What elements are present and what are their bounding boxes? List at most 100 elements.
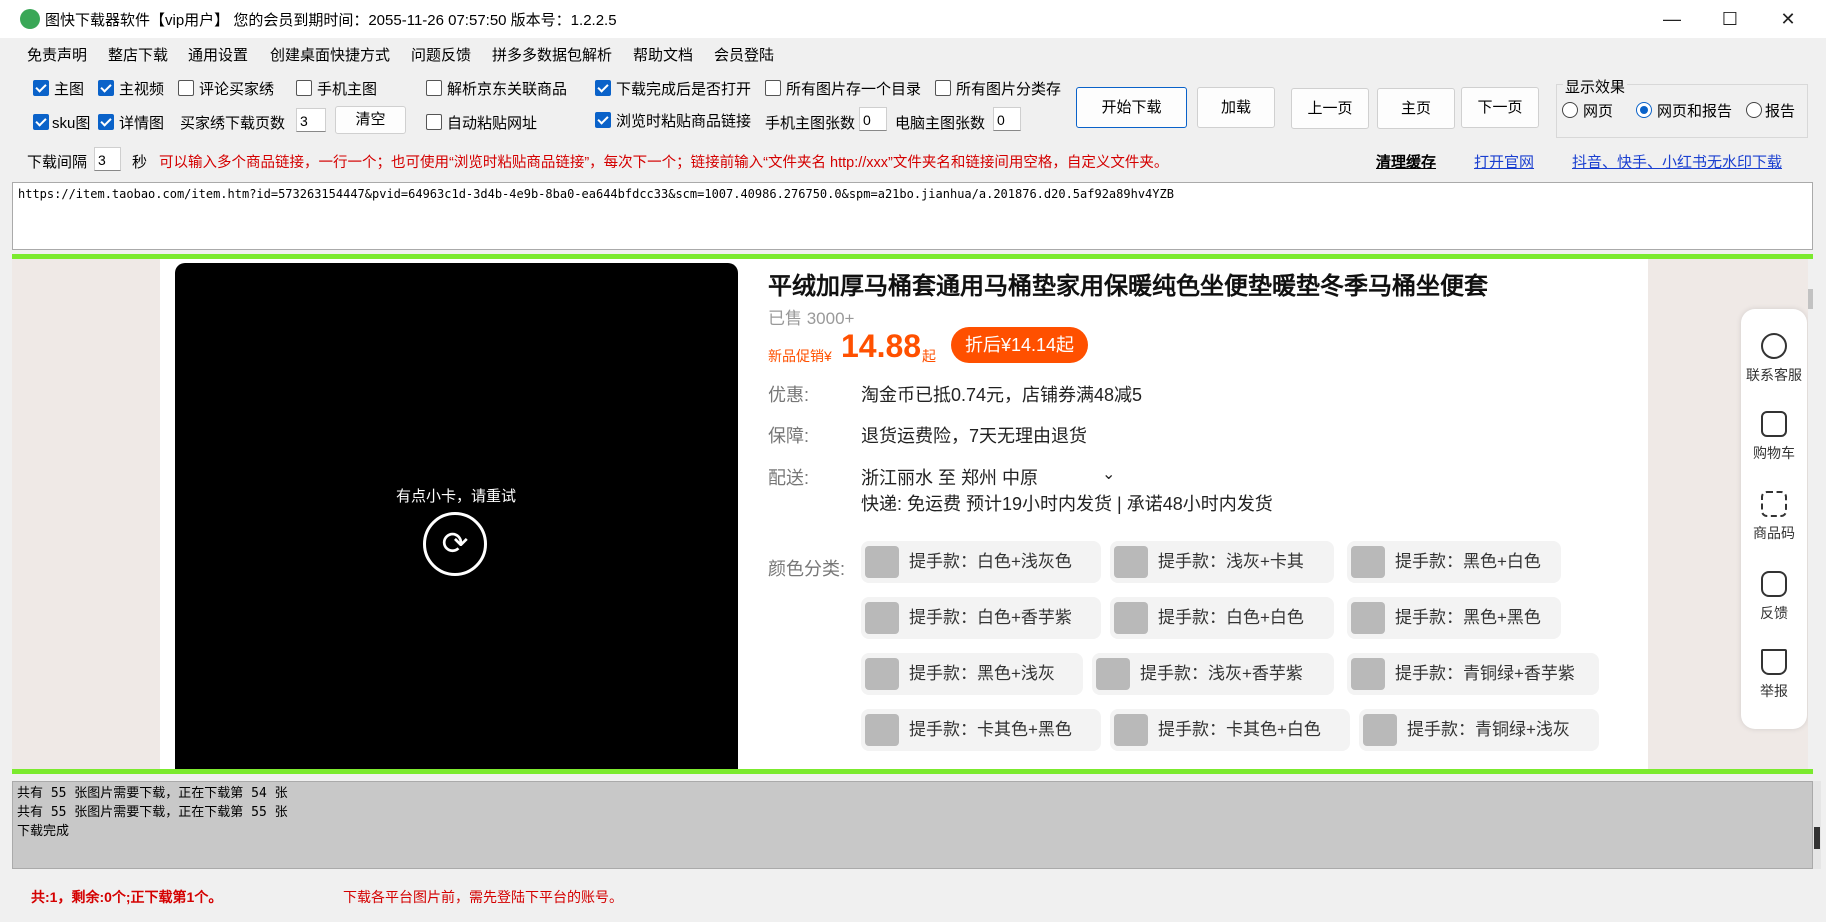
all-one-dir-label: 所有图片存一个目录	[786, 81, 922, 98]
clear-cache-link[interactable]: 清理缓存	[1376, 151, 1436, 172]
main-video-checkbox[interactable]	[98, 80, 114, 96]
product-title: 平绒加厚马桶套通用马桶垫家用保暖纯色坐便垫暖垫冬季马桶坐便套	[768, 273, 1488, 300]
color-option[interactable]: 提手款：黑色+黑色	[1347, 597, 1561, 639]
color-option[interactable]: 提手款：青铜绿+浅灰	[1359, 709, 1599, 751]
status-bar	[0, 876, 1826, 916]
cart-item[interactable]: 购物车	[1741, 411, 1807, 463]
color-thumbnail	[1351, 602, 1385, 634]
next-page-button[interactable]: 下一页	[1461, 87, 1539, 128]
mobile-main-count-input[interactable]: 0	[859, 107, 887, 131]
buyer-show-pages-input[interactable]: 3	[296, 108, 326, 132]
mobile-main-image-label: 手机主图	[317, 81, 378, 98]
menu-feedback[interactable]: 问题反馈	[411, 44, 471, 65]
color-thumbnail	[865, 714, 899, 746]
color-thumbnail	[1096, 658, 1130, 690]
open-after-download-checkbox[interactable]	[595, 80, 611, 96]
interval-unit: 秒	[132, 154, 148, 171]
color-option[interactable]: 提手款：黑色+浅灰	[861, 653, 1083, 695]
qrcode-icon	[1761, 491, 1787, 517]
color-thumbnail	[1351, 546, 1385, 578]
mobile-main-count-label: 手机主图张数	[765, 115, 856, 132]
status-right: 下载各平台图片前，需先登陆下平台的账号。	[343, 889, 623, 905]
menu-general-settings[interactable]: 通用设置	[188, 44, 248, 65]
color-thumbnail	[1114, 602, 1148, 634]
maximize-button[interactable]: ☐	[1708, 4, 1752, 34]
product-video[interactable]: 有点小卡，请重试 ⟳	[175, 263, 738, 769]
color-thumbnail	[1363, 714, 1397, 746]
color-option[interactable]: 提手款：卡其色+黑色	[861, 709, 1101, 751]
sku-image-label: sku图	[52, 115, 91, 132]
minimize-button[interactable]: —	[1650, 4, 1694, 34]
radio-webpage-label: 网页	[1583, 103, 1614, 120]
detail-image-checkbox[interactable]	[98, 114, 114, 130]
parse-jd-checkbox[interactable]	[426, 80, 442, 96]
price-label: 新品促销¥	[768, 348, 832, 364]
product-code-item[interactable]: 商品码	[1741, 491, 1807, 543]
clear-button[interactable]: 清空	[335, 106, 406, 134]
interval-label: 下载间隔	[27, 154, 88, 171]
all-one-dir-checkbox[interactable]	[765, 80, 781, 96]
feedback-item[interactable]: 反馈	[1741, 571, 1807, 623]
side-panel: 联系客服 购物车 商品码 反馈 举报	[1741, 309, 1807, 729]
display-effect-title: 显示效果	[1563, 76, 1628, 97]
radio-webpage[interactable]	[1562, 102, 1578, 118]
color-option[interactable]: 提手款：白色+白色	[1110, 597, 1334, 639]
color-thumbnail	[865, 602, 899, 634]
web-scrollbar-thumb[interactable]	[1808, 289, 1813, 309]
chevron-down-icon[interactable]: ⌄	[1102, 464, 1115, 484]
paste-on-browse-checkbox[interactable]	[595, 112, 611, 128]
radio-report-label: 报告	[1765, 103, 1796, 120]
auto-paste-checkbox[interactable]	[426, 114, 442, 130]
cart-icon	[1761, 411, 1787, 437]
prev-page-button[interactable]: 上一页	[1291, 88, 1369, 129]
app-logo-icon	[20, 9, 40, 29]
menu-help-docs[interactable]: 帮助文档	[633, 44, 693, 65]
benefit-value: 淘金币已抵0.74元，店铺券满48减5	[861, 385, 1143, 405]
color-option[interactable]: 提手款：青铜绿+香芋紫	[1347, 653, 1599, 695]
web-scrollbar[interactable]	[1808, 259, 1813, 769]
review-buyer-show-checkbox[interactable]	[178, 80, 194, 96]
menu-shop-download[interactable]: 整店下载	[108, 44, 168, 65]
warning-icon	[1761, 649, 1787, 675]
log-line: 共有 55 张图片需要下载，正在下载第 54 张	[17, 786, 288, 801]
close-button[interactable]: ✕	[1766, 4, 1810, 34]
pc-main-count-input[interactable]: 0	[993, 107, 1021, 131]
load-button[interactable]: 加载	[1197, 87, 1275, 128]
menu-member-login[interactable]: 会员登陆	[714, 44, 774, 65]
delivery-value[interactable]: 浙江丽水 至 郑州 中原	[861, 464, 1038, 490]
price-value: 14.88	[841, 328, 922, 364]
sku-image-checkbox[interactable]	[33, 114, 49, 130]
color-thumbnail	[1114, 714, 1148, 746]
log-scrollbar-thumb[interactable]	[1814, 827, 1820, 849]
color-option[interactable]: 提手款：浅灰+香芋紫	[1092, 653, 1334, 695]
all-categorized-checkbox[interactable]	[935, 80, 951, 96]
menu-pdd-parse[interactable]: 拼多多数据包解析	[492, 44, 612, 65]
menu-disclaimer[interactable]: 免责声明	[27, 44, 87, 65]
guarantee-value: 退货运费险，7天无理由退货	[861, 426, 1088, 446]
watermark-download-link[interactable]: 抖音、快手、小红书无水印下载	[1572, 151, 1782, 172]
radio-webpage-and-report[interactable]	[1636, 102, 1652, 118]
color-option[interactable]: 提手款：卡其色+白色	[1110, 709, 1350, 751]
window-title: 图快下载器软件【vip用户】 您的会员到期时间：2055-11-26 07:57…	[45, 12, 617, 29]
color-option[interactable]: 提手款：白色+浅灰色	[861, 541, 1101, 583]
interval-input[interactable]: 3	[94, 147, 121, 171]
color-option[interactable]: 提手款：白色+香芋紫	[861, 597, 1101, 639]
url-input[interactable]: https://item.taobao.com/item.htm?id=5732…	[12, 182, 1813, 250]
report-item[interactable]: 举报	[1741, 649, 1807, 701]
log-scrollbar[interactable]	[1813, 781, 1821, 869]
color-thumbnail	[1114, 546, 1148, 578]
menu-create-shortcut[interactable]: 创建桌面快捷方式	[270, 44, 390, 65]
color-option[interactable]: 提手款：浅灰+卡其	[1110, 541, 1334, 583]
color-thumbnail	[1351, 658, 1385, 690]
paste-on-browse-label: 浏览时粘贴商品链接	[616, 113, 752, 130]
start-download-button[interactable]: 开始下载	[1076, 87, 1187, 128]
home-page-button[interactable]: 主页	[1377, 88, 1455, 129]
open-after-download-label: 下载完成后是否打开	[616, 81, 752, 98]
radio-report[interactable]	[1746, 102, 1762, 118]
open-site-link[interactable]: 打开官网	[1474, 151, 1534, 172]
retry-icon[interactable]: ⟳	[423, 512, 487, 576]
color-option[interactable]: 提手款：黑色+白色	[1347, 541, 1561, 583]
mobile-main-image-checkbox[interactable]	[296, 80, 312, 96]
main-image-checkbox[interactable]	[33, 80, 49, 96]
contact-service-item[interactable]: 联系客服	[1741, 333, 1807, 385]
